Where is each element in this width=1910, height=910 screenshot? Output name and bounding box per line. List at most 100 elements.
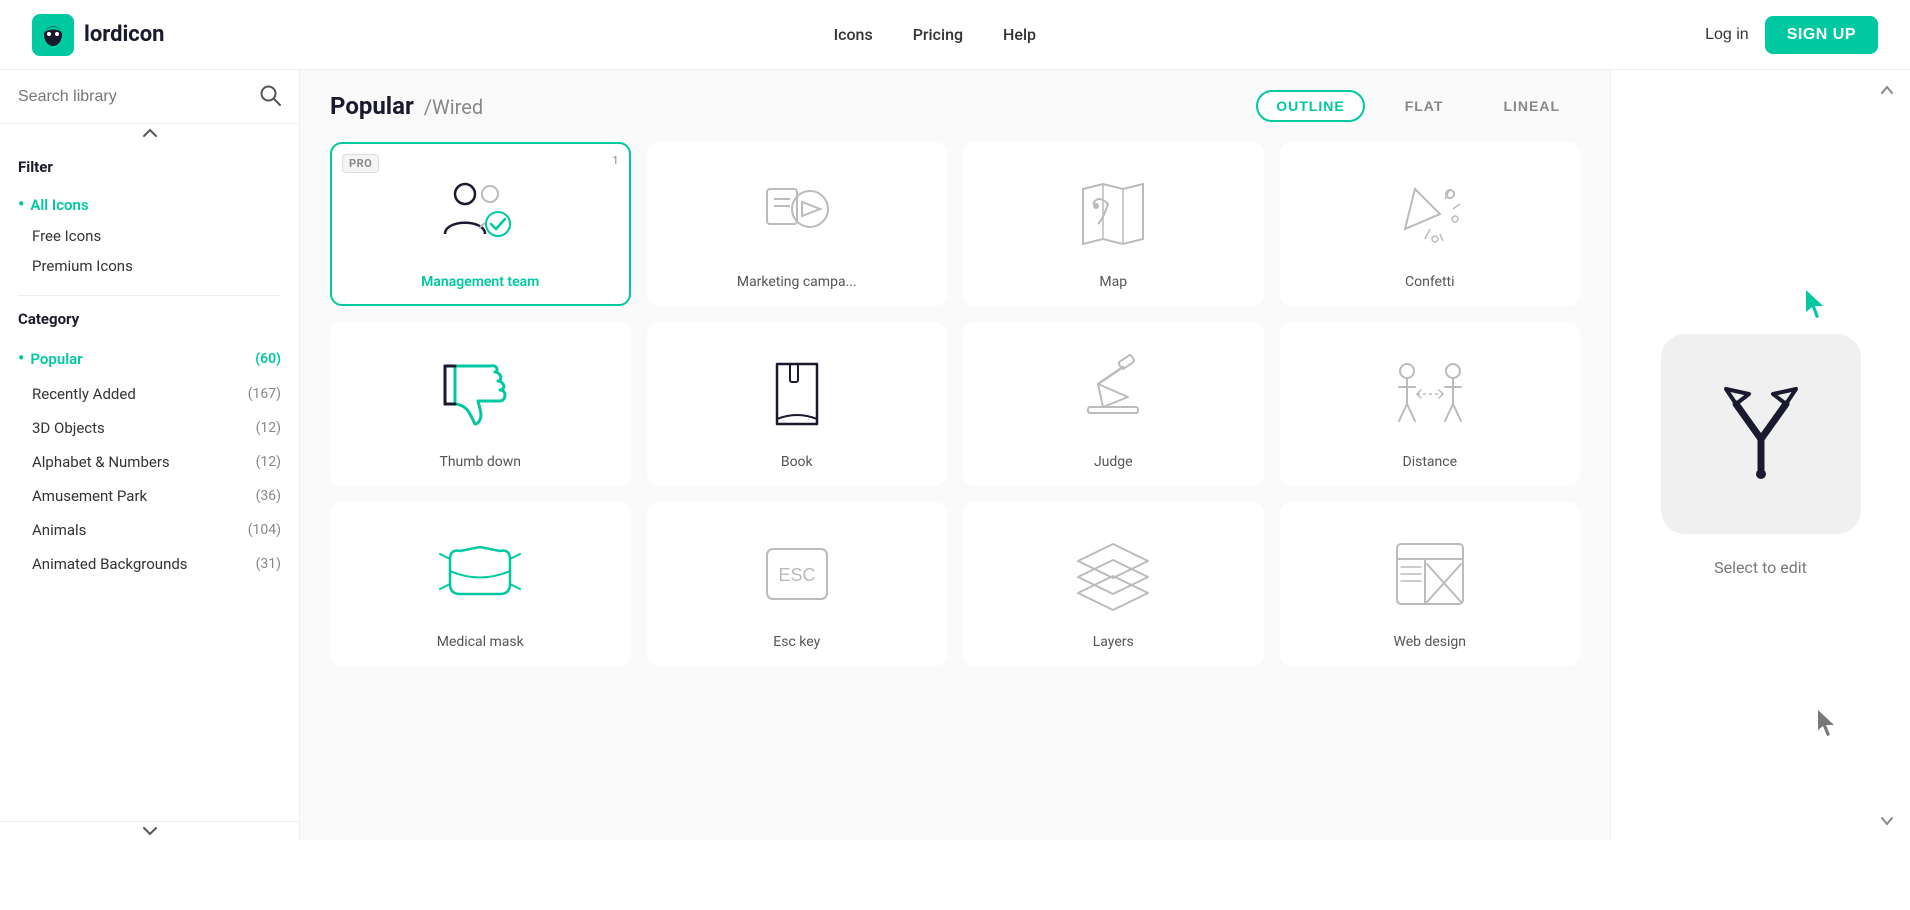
search-box xyxy=(0,70,299,124)
right-panel: Select to edit xyxy=(1610,70,1910,840)
icon-svg-management xyxy=(430,164,530,264)
icon-label-map: Map xyxy=(981,274,1246,290)
search-input[interactable] xyxy=(18,88,259,106)
category-amusement-park-count: (36) xyxy=(256,488,281,504)
pro-badge: PRO xyxy=(342,154,379,173)
header: lordicon Icons Pricing Help Log in SIGN … xyxy=(0,0,1910,70)
category-animated-backgrounds-label: Animated Backgrounds xyxy=(18,555,188,573)
content-title: Popular /Wired xyxy=(330,92,483,120)
icon-card-layers[interactable]: Layers xyxy=(963,502,1264,666)
category-amusement-park[interactable]: Amusement Park (36) xyxy=(18,479,281,513)
icon-card-distance[interactable]: Distance xyxy=(1280,322,1581,486)
icon-card-management-team[interactable]: PRO 1 Management team xyxy=(330,142,631,306)
icon-card-thumbdown[interactable]: Thumb down xyxy=(330,322,631,486)
icon-svg-distance xyxy=(1380,344,1480,444)
search-button[interactable] xyxy=(259,84,281,109)
icon-svg-marketing xyxy=(747,164,847,264)
sidebar-scroll-up[interactable] xyxy=(0,124,299,142)
nav-pricing[interactable]: Pricing xyxy=(913,25,963,44)
logo[interactable]: lordicon xyxy=(32,14,165,56)
select-to-edit-label: Select to edit xyxy=(1714,558,1807,577)
tab-flat[interactable]: FLAT xyxy=(1385,90,1464,122)
category-animals-label: Animals xyxy=(18,521,86,539)
category-popular-count: (60) xyxy=(255,351,281,367)
icon-label-management: Management team xyxy=(348,274,613,290)
category-recently-added-label: Recently Added xyxy=(18,385,136,403)
icon-svg-layers xyxy=(1063,524,1163,624)
icon-label-confetti: Confetti xyxy=(1298,274,1563,290)
category-animals-count: (104) xyxy=(248,522,281,538)
category-popular-label: Popular xyxy=(18,348,83,369)
category-recently-added[interactable]: Recently Added (167) xyxy=(18,377,281,411)
category-3d-objects[interactable]: 3D Objects (12) xyxy=(18,411,281,445)
icon-svg-mask xyxy=(430,524,530,624)
chevron-up-icon xyxy=(142,128,158,138)
icon-svg-webdesign xyxy=(1380,524,1480,624)
icon-card-book[interactable]: Book xyxy=(647,322,948,486)
icon-svg-esc: ESC xyxy=(747,524,847,624)
icon-label-thumbdown: Thumb down xyxy=(348,454,613,470)
icon-card-map[interactable]: Map xyxy=(963,142,1264,306)
nav-icons[interactable]: Icons xyxy=(834,25,873,44)
divider-1 xyxy=(18,295,281,296)
icon-label-distance: Distance xyxy=(1298,454,1563,470)
icon-card-webdesign[interactable]: Web design xyxy=(1280,502,1581,666)
category-3d-objects-label: 3D Objects xyxy=(18,419,105,437)
nav-help[interactable]: Help xyxy=(1003,25,1036,44)
scroll-up-icon xyxy=(1880,85,1894,95)
category-3d-objects-count: (12) xyxy=(256,420,281,436)
header-actions: Log in SIGN UP xyxy=(1705,16,1878,54)
icon-svg-judge xyxy=(1063,344,1163,444)
pro-num: 1 xyxy=(612,154,618,167)
icon-svg-map xyxy=(1063,164,1163,264)
category-alphabet-numbers-label: Alphabet & Numbers xyxy=(18,453,170,471)
sidebar-scroll-down[interactable] xyxy=(0,821,299,840)
content-scroll-up[interactable] xyxy=(1880,80,1894,99)
sidebar-content: Filter All Icons Free Icons Premium Icon… xyxy=(0,142,299,597)
filter-free-icons[interactable]: Free Icons xyxy=(18,221,281,251)
logo-icon xyxy=(32,14,74,56)
icon-svg-confetti xyxy=(1380,164,1480,264)
icon-label-marketing: Marketing campa... xyxy=(665,274,930,290)
category-animated-backgrounds[interactable]: Animated Backgrounds (31) xyxy=(18,547,281,581)
filter-title: Filter xyxy=(18,158,281,176)
icon-label-esc: Esc key xyxy=(665,634,930,650)
category-animated-backgrounds-count: (31) xyxy=(256,556,281,572)
category-recently-added-count: (167) xyxy=(248,386,281,402)
icon-card-judge[interactable]: Judge xyxy=(963,322,1264,486)
icon-svg-book xyxy=(747,344,847,444)
tab-outline[interactable]: OUTLINE xyxy=(1256,90,1364,122)
style-tabs: OUTLINE FLAT LINEAL xyxy=(1256,90,1580,122)
icons-grid: PRO 1 Management team xyxy=(330,142,1580,666)
icon-card-mask[interactable]: Medical mask xyxy=(330,502,631,666)
preview-icon-svg xyxy=(1681,354,1841,514)
cursor-arrow2-icon xyxy=(1818,710,1840,740)
icon-label-webdesign: Web design xyxy=(1298,634,1563,650)
category-animals[interactable]: Animals (104) xyxy=(18,513,281,547)
section-subtitle: /Wired xyxy=(424,95,483,119)
icon-card-esc[interactable]: ESC Esc key xyxy=(647,502,948,666)
category-popular[interactable]: Popular (60) xyxy=(18,340,281,377)
content-header: Popular /Wired OUTLINE FLAT LINEAL xyxy=(330,90,1580,122)
category-amusement-park-label: Amusement Park xyxy=(18,487,147,505)
search-icon xyxy=(259,84,281,106)
icon-card-marketing[interactable]: Marketing campa... xyxy=(647,142,948,306)
scroll-down-icon xyxy=(1880,816,1894,826)
category-title: Category xyxy=(18,310,281,328)
sidebar: Filter All Icons Free Icons Premium Icon… xyxy=(0,70,300,840)
content-scroll-down[interactable] xyxy=(1880,811,1894,830)
category-alphabet-numbers[interactable]: Alphabet & Numbers (12) xyxy=(18,445,281,479)
tab-lineal[interactable]: LINEAL xyxy=(1483,90,1580,122)
main-nav: Icons Pricing Help xyxy=(834,25,1036,44)
chevron-down-icon xyxy=(142,826,158,836)
icon-label-judge: Judge xyxy=(981,454,1246,470)
login-button[interactable]: Log in xyxy=(1705,26,1749,44)
cursor-arrow-icon xyxy=(1806,290,1830,322)
icon-card-confetti[interactable]: Confetti xyxy=(1280,142,1581,306)
icon-label-layers: Layers xyxy=(981,634,1246,650)
filter-all-icons[interactable]: All Icons xyxy=(18,188,281,221)
signup-button[interactable]: SIGN UP xyxy=(1765,16,1878,54)
svg-text:ESC: ESC xyxy=(778,565,815,585)
icon-svg-thumbdown xyxy=(430,344,530,444)
filter-premium-icons[interactable]: Premium Icons xyxy=(18,251,281,281)
